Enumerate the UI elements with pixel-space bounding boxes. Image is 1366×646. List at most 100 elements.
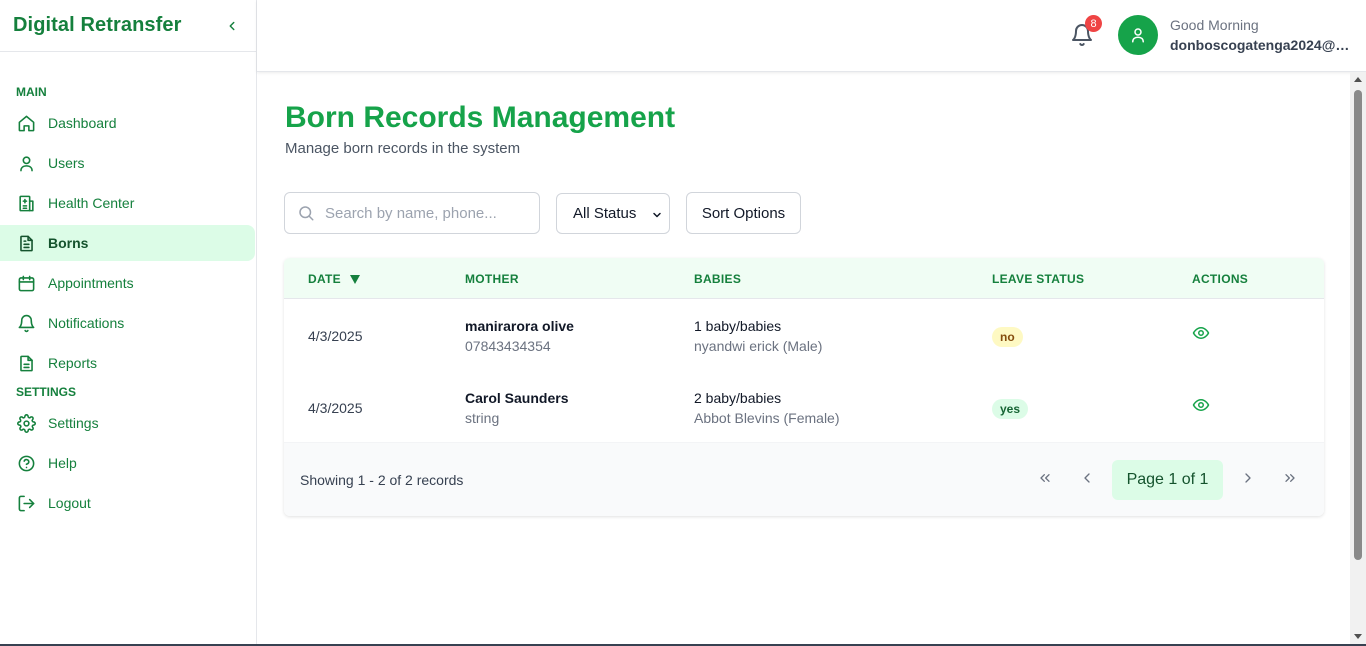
search-field[interactable] [284, 192, 540, 234]
chevron-down-icon [651, 208, 663, 225]
page-title: Born Records Management [285, 101, 676, 134]
mother-name: manirarora olive [465, 318, 574, 334]
avatar[interactable] [1118, 15, 1158, 55]
logout-icon [16, 493, 36, 513]
babies-detail: nyandwi erick (Male) [694, 338, 823, 354]
hospital-icon [16, 193, 36, 213]
chevron-left-icon [1084, 473, 1090, 483]
babies-count: 1 baby/babies [694, 318, 782, 334]
sidebar-item-dashboard[interactable]: Dashboard [0, 105, 255, 141]
scroll-thumb[interactable] [1354, 90, 1362, 560]
babies-cell: 2 baby/babies Abbot Blevins (Female) [694, 390, 840, 426]
records-count-text: Showing 1 - 2 of 2 records [300, 472, 464, 488]
first-page-button[interactable] [1033, 466, 1057, 490]
sidebar-item-notifications[interactable]: Notifications [0, 305, 255, 341]
mother-name: Carol Saunders [465, 390, 569, 406]
scroll-up-icon[interactable] [1354, 77, 1362, 82]
eye-icon [1192, 327, 1210, 339]
section-label-settings: SETTINGS [16, 385, 77, 399]
home-icon [16, 113, 36, 133]
page-subtitle: Manage born records in the system [285, 140, 521, 157]
sidebar-item-reports[interactable]: Reports [0, 345, 255, 381]
scroll-down-icon[interactable] [1354, 634, 1362, 639]
sidebar-item-help[interactable]: Help [0, 445, 255, 481]
status-filter-value: All Status [573, 205, 637, 222]
sidebar-item-label: Appointments [48, 275, 134, 291]
last-page-button[interactable] [1278, 466, 1302, 490]
view-record-button[interactable] [1192, 324, 1210, 342]
column-header-leave-status: LEAVE STATUS [992, 272, 1085, 286]
top-header: 8 Good Morning donboscogatenga2024@g... [257, 0, 1366, 72]
leave-status-cell: yes [992, 399, 1029, 419]
column-header-babies: BABIES [694, 272, 742, 286]
sidebar-item-borns[interactable]: Borns [0, 225, 255, 261]
sidebar-item-label: Health Center [48, 195, 135, 211]
sidebar-item-appointments[interactable]: Appointments [0, 265, 255, 301]
status-filter-select[interactable]: All Status [556, 193, 670, 234]
sidebar-item-label: Notifications [48, 315, 125, 331]
date-cell: 4/3/2025 [308, 328, 363, 344]
column-header-mother: MOTHER [465, 272, 519, 286]
sidebar-item-logout[interactable]: Logout [0, 485, 255, 521]
sort-desc-icon [349, 274, 360, 284]
sidebar-item-label: Settings [48, 415, 99, 431]
table-footer: Showing 1 - 2 of 2 records Page 1 of 1 [284, 442, 1324, 516]
chevrons-left-icon [1040, 474, 1050, 482]
column-header-label: DATE [308, 272, 341, 286]
sidebar-item-label: Reports [48, 355, 98, 371]
eye-icon [1192, 399, 1210, 411]
bell-icon [16, 313, 36, 333]
sidebar-brand: Digital Retransfer [0, 0, 256, 52]
chevron-left-icon [229, 21, 235, 30]
chevrons-right-icon [1285, 474, 1295, 482]
next-page-button[interactable] [1236, 466, 1260, 490]
mother-phone: 07843434354 [465, 338, 551, 354]
user-email: donboscogatenga2024@g... [1170, 37, 1352, 53]
report-icon [16, 353, 36, 373]
babies-detail: Abbot Blevins (Female) [694, 410, 840, 426]
user-icon [1132, 28, 1144, 43]
help-circle-icon [16, 453, 36, 473]
search-icon [299, 206, 314, 221]
babies-count: 2 baby/babies [694, 390, 782, 406]
app-title: Digital Retransfer [13, 14, 182, 36]
chevron-right-icon [1245, 473, 1251, 483]
status-badge: no [992, 327, 1023, 347]
sort-options-button[interactable]: Sort Options [686, 192, 801, 234]
page-indicator: Page 1 of 1 [1112, 460, 1223, 500]
mother-cell: manirarora olive 07843434354 [465, 318, 574, 354]
sidebar-item-label: Logout [48, 495, 91, 511]
table-row: 4/3/2025 Carol Saunders string 2 baby/ba… [284, 371, 1324, 443]
notification-count-badge: 8 [1085, 15, 1102, 32]
sidebar-item-label: Users [48, 155, 85, 171]
gear-icon [16, 413, 36, 433]
greeting-text: Good Morning [1170, 17, 1259, 33]
collapse-sidebar-button[interactable] [224, 18, 240, 34]
column-header-date[interactable]: DATE [308, 272, 360, 286]
sidebar-item-label: Help [48, 455, 77, 471]
mother-phone: string [465, 410, 500, 426]
born-records-table: DATE MOTHER BABIES LEAVE STATUS ACTIONS … [284, 258, 1324, 516]
user-icon [16, 153, 36, 173]
sidebar-item-users[interactable]: Users [0, 145, 255, 181]
calendar-icon [16, 273, 36, 293]
leave-status-cell: no [992, 327, 1023, 347]
column-header-actions: ACTIONS [1192, 272, 1249, 286]
file-text-icon [16, 233, 36, 253]
page-scrollbar[interactable] [1350, 72, 1366, 644]
search-input[interactable] [325, 204, 525, 222]
previous-page-button[interactable] [1075, 466, 1099, 490]
section-label-main: MAIN [16, 85, 47, 99]
sidebar-item-health-center[interactable]: Health Center [0, 185, 255, 221]
table-row: 4/3/2025 manirarora olive 07843434354 1 … [284, 299, 1324, 371]
babies-cell: 1 baby/babies nyandwi erick (Male) [694, 318, 822, 354]
date-cell: 4/3/2025 [308, 400, 363, 416]
sidebar-item-settings[interactable]: Settings [0, 405, 255, 441]
sidebar-item-label: Borns [48, 235, 89, 251]
status-badge: yes [992, 399, 1029, 419]
view-record-button[interactable] [1192, 396, 1210, 414]
sidebar-item-label: Dashboard [48, 115, 117, 131]
sidebar: Digital Retransfer MAIN Dashboard Users … [0, 0, 257, 646]
table-header: DATE MOTHER BABIES LEAVE STATUS ACTIONS [284, 258, 1324, 299]
mother-cell: Carol Saunders string [465, 390, 568, 426]
